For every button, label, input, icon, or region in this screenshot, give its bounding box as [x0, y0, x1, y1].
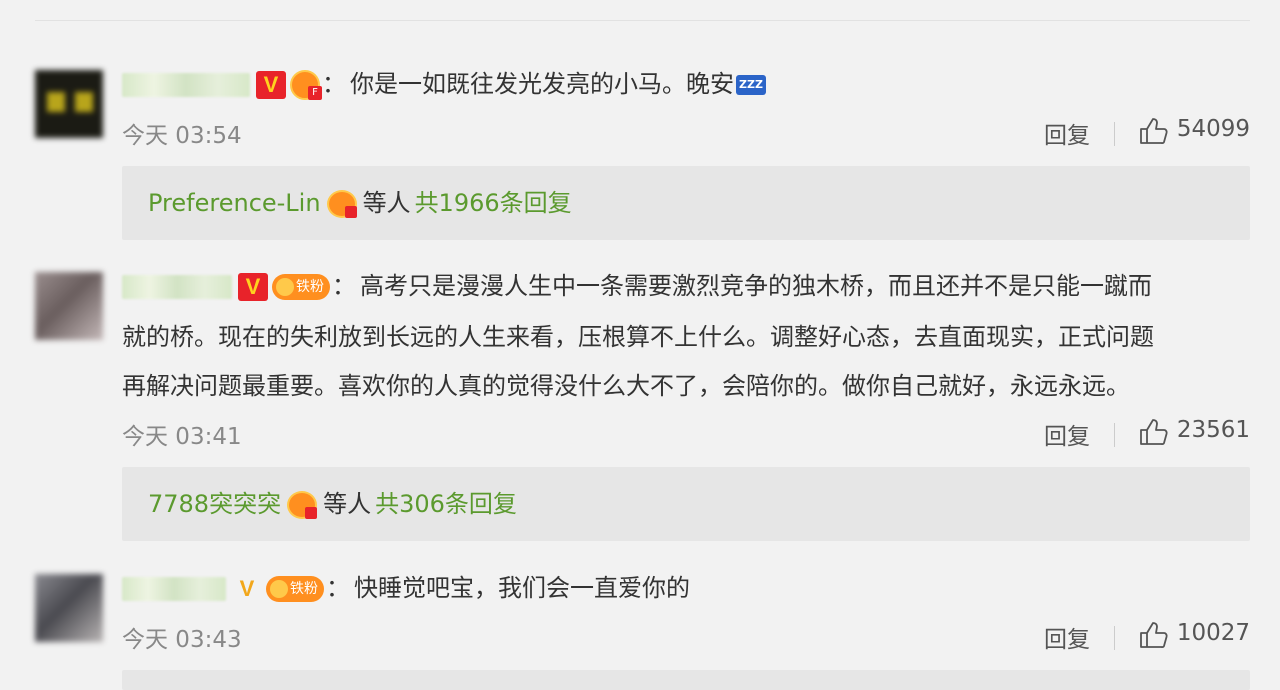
- comment-text-line-1: 高考只是漫漫人生中一条需要激烈竞争的独木桥，而且还并不是只能一蹴而: [360, 272, 1152, 300]
- verified-v-icon: V: [256, 71, 286, 99]
- comment-text-line-2: 就的桥。现在的失利放到长远的人生来看，压根算不上什么。调整好心态，去直面现实，正…: [122, 323, 1154, 351]
- fan-badge-label: 铁粉: [296, 279, 324, 295]
- reply-count-link[interactable]: 共1966条回复: [415, 189, 572, 217]
- reply-count-link[interactable]: 共306条回复: [375, 490, 517, 518]
- reply-button[interactable]: 回复: [1044, 116, 1090, 150]
- reply-others-label: 等人: [362, 189, 411, 217]
- reply-button[interactable]: 回复: [1044, 417, 1090, 451]
- comment-content: V 铁粉：高考只是漫漫人生中一条需要激烈竞争的独木桥，而且还并不是只能一蹴而: [122, 265, 1245, 307]
- verified-v-icon: V: [239, 576, 255, 601]
- like-count: 23561: [1176, 417, 1250, 443]
- fan-crown-icon: [326, 190, 357, 218]
- fan-badge: 铁粉: [272, 274, 330, 300]
- like-count: 10027: [1176, 620, 1250, 646]
- comment-text-line-3: 再解决问题最重要。喜欢你的人真的觉得没什么大不了，会陪你的。做你自己就好，永远永…: [122, 372, 1130, 400]
- fan-badge-label: 铁粉: [290, 581, 318, 597]
- avatar[interactable]: [35, 70, 103, 138]
- comment-time: 今天 03:43: [122, 627, 242, 653]
- verified-v-icon: V: [238, 273, 268, 301]
- top-divider: [35, 20, 1250, 21]
- fan-crown-icon: [287, 491, 318, 519]
- username-blurred[interactable]: [122, 275, 232, 299]
- fan-badge: 铁粉: [266, 576, 324, 602]
- divider: [1114, 626, 1115, 650]
- avatar[interactable]: [35, 574, 103, 642]
- thumbs-up-icon[interactable]: [1138, 620, 1168, 650]
- comment-time: 今天 03:54: [122, 123, 242, 149]
- fan-crown-icon: [290, 70, 322, 100]
- zzz-emoji-icon: ZZZ: [736, 75, 766, 95]
- like-count: 54099: [1176, 116, 1250, 142]
- divider: [1114, 122, 1115, 146]
- fan-crown-icon: [276, 278, 294, 296]
- replies-summary[interactable]: Preference-Lin 等人 共1966条回复: [122, 166, 1250, 240]
- comment-text: 你是一如既往发光发亮的小马。晚安: [350, 70, 734, 98]
- thumbs-up-icon[interactable]: [1138, 116, 1168, 146]
- fan-crown-icon: [270, 580, 288, 598]
- divider: [1114, 423, 1115, 447]
- reply-user-link[interactable]: 7788突突突: [148, 490, 281, 518]
- reply-others-label: 等人: [323, 490, 372, 518]
- thumbs-up-icon[interactable]: [1138, 417, 1168, 447]
- replies-summary-partial[interactable]: [122, 670, 1250, 690]
- replies-summary[interactable]: 7788突突突 等人 共306条回复: [122, 467, 1250, 541]
- avatar[interactable]: [35, 272, 103, 340]
- comment-text: 快睡觉吧宝，我们会一直爱你的: [354, 574, 690, 602]
- comment-meta: 今天 03:43 回复 10027: [122, 614, 1250, 654]
- reply-user-link[interactable]: Preference-Lin: [148, 189, 321, 217]
- reply-button[interactable]: 回复: [1044, 620, 1090, 654]
- comment-time: 今天 03:41: [122, 424, 242, 450]
- username-blurred[interactable]: [122, 73, 250, 97]
- comment-meta: 今天 03:41 回复 23561: [122, 411, 1250, 451]
- comment-content: V 铁粉：快睡觉吧宝，我们会一直爱你的: [122, 567, 1245, 609]
- comment-content: V：你是一如既往发光发亮的小马。晚安ZZZ: [122, 63, 1245, 105]
- comment-meta: 今天 03:54 回复 54099: [122, 110, 1250, 150]
- username-blurred[interactable]: [122, 577, 226, 601]
